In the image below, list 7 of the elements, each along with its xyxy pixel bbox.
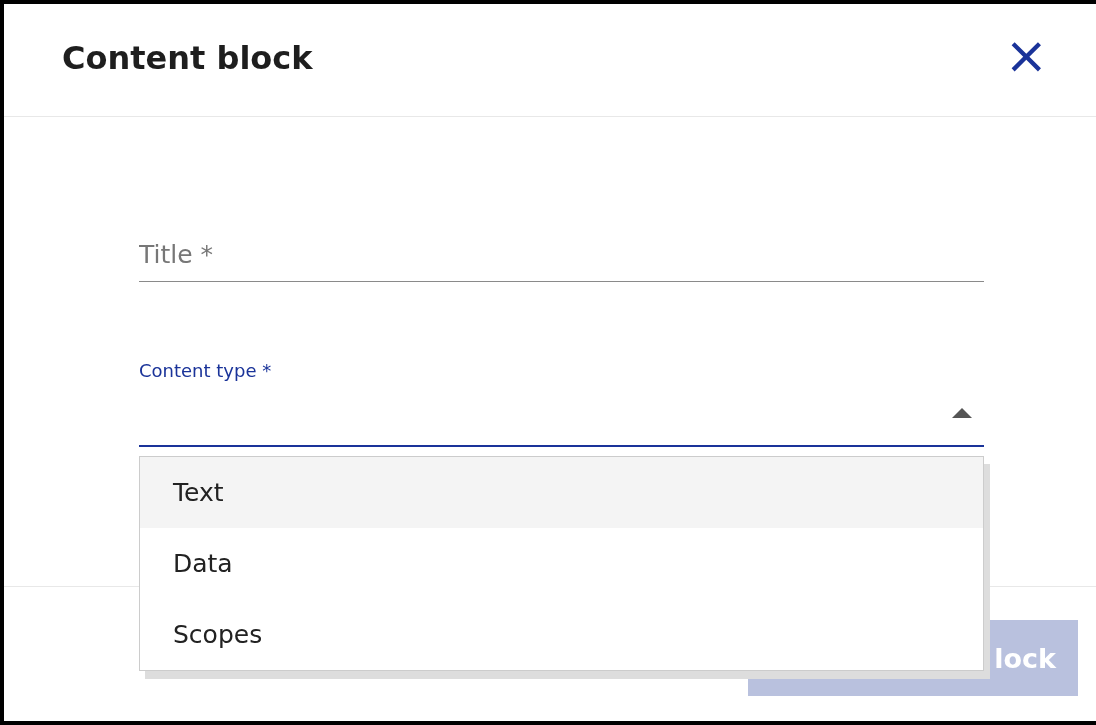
content-type-label: Content type * (139, 360, 273, 381)
menu-option[interactable]: Text (140, 457, 983, 528)
menu-option[interactable]: Scopes (140, 599, 983, 670)
menu-option[interactable]: Data (140, 528, 983, 599)
dialog-title: Content block (62, 38, 313, 77)
close-button[interactable]: × (1004, 29, 1048, 81)
caret-icon (952, 408, 972, 418)
